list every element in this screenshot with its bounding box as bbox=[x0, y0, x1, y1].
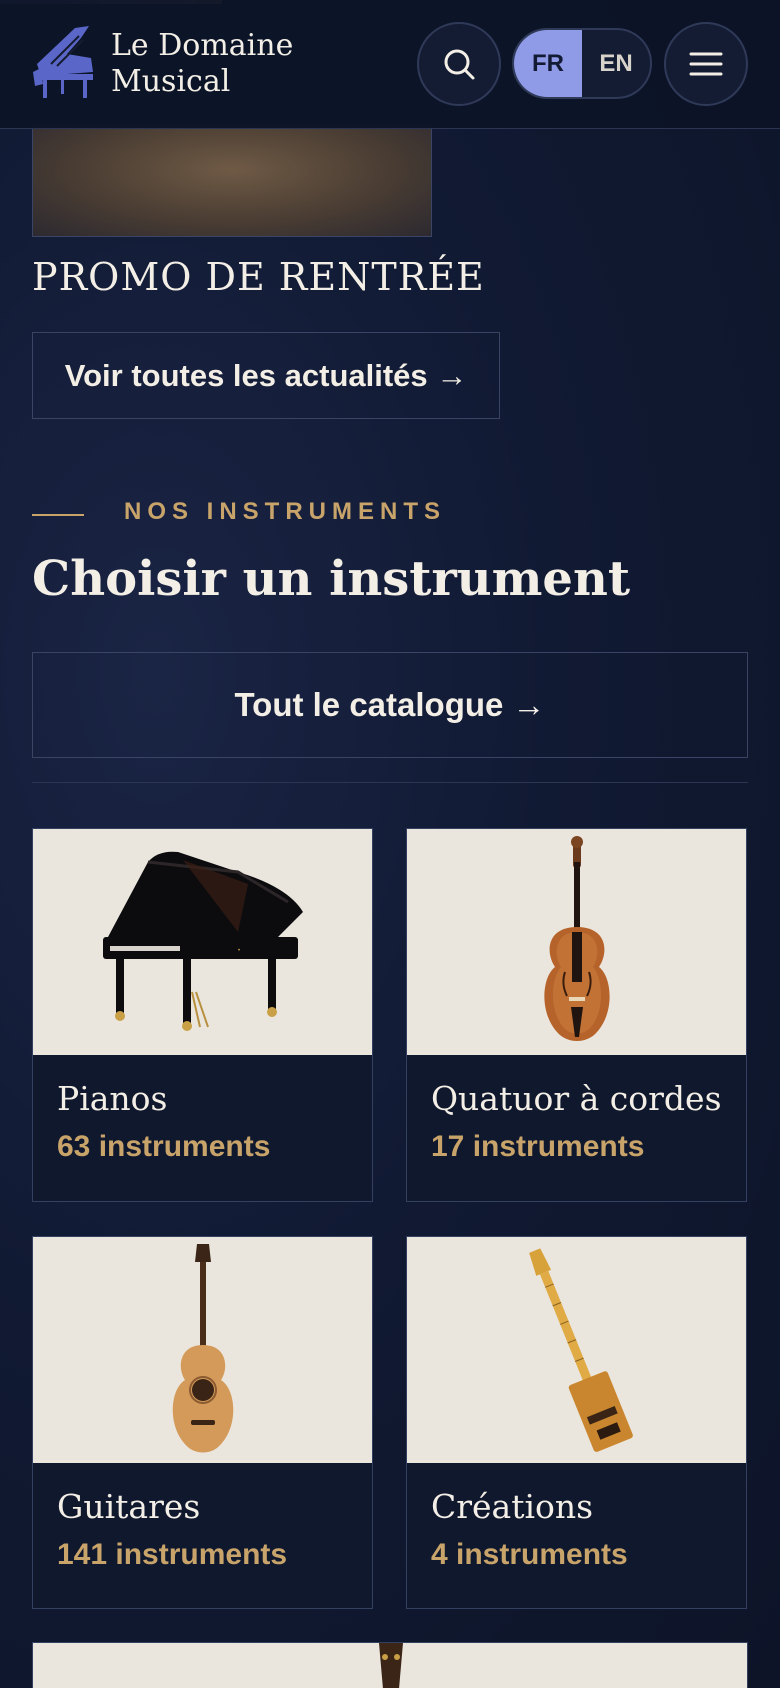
section-divider bbox=[32, 782, 748, 783]
menu-button[interactable] bbox=[664, 22, 748, 106]
category-name: Guitares bbox=[57, 1487, 201, 1526]
language-option-fr[interactable]: FR bbox=[514, 30, 582, 97]
category-name: Créations bbox=[431, 1487, 594, 1526]
guitar-headstock-image bbox=[379, 1643, 403, 1688]
category-name: Quatuor à cordes bbox=[431, 1079, 722, 1118]
acoustic-guitar-image bbox=[33, 1237, 372, 1463]
category-card-partial[interactable] bbox=[32, 1642, 748, 1688]
category-card-creations[interactable]: Créations 4 instruments bbox=[406, 1236, 747, 1609]
language-option-en[interactable]: EN bbox=[582, 30, 650, 97]
category-count: 63 instruments bbox=[57, 1130, 271, 1163]
section-title: Choisir un instrument bbox=[32, 551, 631, 607]
violin-image bbox=[407, 829, 746, 1055]
search-icon bbox=[444, 49, 475, 80]
promo-news-title[interactable]: PROMO DE RENTRÉE bbox=[32, 255, 485, 299]
cigar-box-guitar-image bbox=[407, 1237, 746, 1463]
category-card-string-quartet[interactable]: Quatuor à cordes 17 instruments bbox=[406, 828, 747, 1202]
brand-name-line2: Musical bbox=[111, 64, 231, 99]
category-card-guitars[interactable]: Guitares 141 instruments bbox=[32, 1236, 373, 1609]
brand-logo-link[interactable]: Le Domaine Musical bbox=[31, 24, 293, 104]
grand-piano-logo-icon bbox=[33, 26, 93, 98]
grand-piano-image: • bbox=[33, 829, 372, 1055]
language-switcher: FR EN bbox=[512, 28, 652, 99]
all-news-button[interactable]: Voir toutes les actualités → bbox=[32, 332, 500, 419]
section-eyebrow: NOS INSTRUMENTS bbox=[124, 498, 447, 525]
category-name: Pianos bbox=[57, 1079, 168, 1118]
category-card-pianos[interactable]: • Pianos 63 instruments bbox=[32, 828, 373, 1202]
site-header: Le Domaine Musical FR EN bbox=[0, 0, 780, 129]
brand-name-line1: Le Domaine bbox=[111, 28, 294, 63]
hamburger-menu-icon bbox=[689, 52, 723, 76]
category-count: 4 instruments bbox=[431, 1538, 628, 1571]
brand-name: Le Domaine Musical bbox=[111, 28, 293, 100]
eyebrow-divider bbox=[32, 514, 84, 516]
full-catalog-button[interactable]: Tout le catalogue → bbox=[32, 652, 748, 758]
category-count: 141 instruments bbox=[57, 1538, 288, 1571]
category-count: 17 instruments bbox=[431, 1130, 645, 1163]
search-button[interactable] bbox=[417, 22, 501, 106]
promo-news-image[interactable] bbox=[32, 125, 432, 237]
svg-text:•: • bbox=[238, 948, 240, 954]
